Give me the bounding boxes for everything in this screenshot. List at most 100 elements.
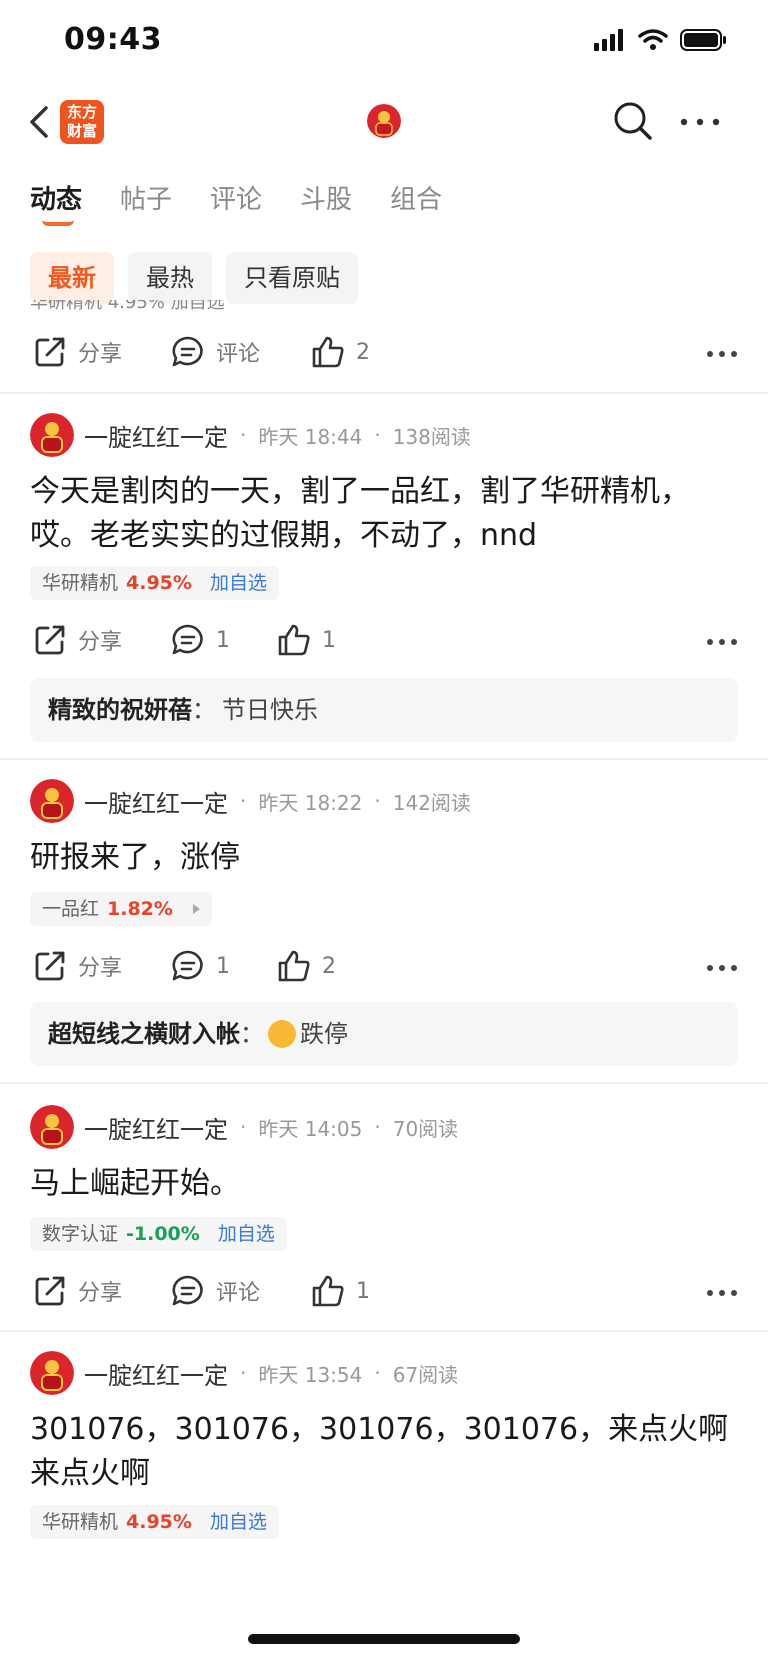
divider	[0, 1082, 768, 1084]
stock-change: 1.82%	[107, 898, 173, 920]
tab-posts[interactable]: 帖子	[120, 176, 172, 224]
like-button[interactable]: 1	[276, 622, 336, 658]
stock-name: 数字认证	[42, 1223, 119, 1245]
filter-hottest[interactable]: 最热	[128, 252, 212, 304]
post-dot: ·	[240, 423, 247, 447]
logo-text-top: 东方	[66, 103, 97, 121]
like-count: 1	[322, 627, 336, 653]
comment-button[interactable]: 1	[170, 948, 230, 984]
avatar[interactable]	[30, 1105, 74, 1149]
stock-name: 华研精机	[42, 572, 119, 594]
signal-icon	[594, 29, 623, 51]
post-text[interactable]: 301076，301076，301076，301076，来点火啊来点火啊	[30, 1408, 740, 1496]
post-header: 一腚红红一定 · 昨天 18:44 · 138阅读	[30, 412, 471, 458]
partial-stock-tag[interactable]: 华研精机 4.95% 加自选	[30, 300, 225, 314]
more-icon[interactable]	[678, 110, 722, 134]
comment-icon	[172, 624, 203, 655]
tab-label: 斗股	[300, 185, 353, 215]
post-text[interactable]: 马上崛起开始。	[30, 1162, 740, 1206]
logo-text-bottom: 财富	[66, 122, 97, 140]
more-icon[interactable]	[706, 638, 738, 646]
tab-label: 动态	[30, 185, 83, 215]
share-button[interactable]: 分享	[32, 1273, 122, 1309]
like-button[interactable]: 1	[310, 1273, 370, 1309]
share-button[interactable]: 分享	[32, 334, 122, 370]
tab-comments[interactable]: 评论	[210, 176, 262, 224]
status-time: 09:43	[64, 22, 162, 57]
reply-author[interactable]: 精致的祝妍蓓	[48, 678, 192, 742]
share-icon	[35, 1276, 65, 1306]
share-icon	[35, 337, 65, 367]
share-button[interactable]: 分享	[32, 622, 122, 658]
post-author[interactable]: 一腚红红一定	[84, 784, 228, 819]
arrow-right-icon	[192, 904, 200, 914]
divider	[0, 392, 768, 394]
post-time: 昨天 18:22	[258, 790, 363, 815]
comment-icon	[172, 1275, 203, 1306]
reply-preview[interactable]: 超短线之横财入帐： 跌停	[30, 1002, 738, 1066]
post-reads: 67阅读	[392, 1362, 459, 1387]
post-dot: ·	[240, 789, 247, 813]
post-author[interactable]: 一腚红红一定	[84, 1110, 228, 1145]
post-text[interactable]: 研报来了，涨停	[30, 836, 740, 880]
share-button[interactable]: 分享	[32, 948, 122, 984]
tab-dynamic[interactable]: 动态	[30, 176, 83, 226]
comment-button[interactable]: 1	[170, 622, 230, 658]
comment-count: 1	[216, 627, 230, 653]
tab-label: 帖子	[120, 185, 173, 215]
avatar[interactable]	[30, 413, 74, 457]
filter-latest[interactable]: 最新	[30, 252, 114, 304]
like-count: 2	[322, 953, 336, 979]
share-label: 分享	[78, 630, 123, 655]
status-bar: 09:43	[0, 0, 768, 80]
battery-icon	[680, 29, 726, 51]
post-dot: ·	[240, 1115, 247, 1139]
wifi-icon	[638, 29, 668, 50]
post-author[interactable]: 一腚红红一定	[84, 418, 228, 453]
like-count: 1	[356, 1278, 370, 1304]
app-logo[interactable]: 东方 财富	[60, 100, 104, 144]
divider	[0, 758, 768, 760]
home-indicator[interactable]	[248, 1634, 520, 1644]
comment-button[interactable]: 评论	[170, 334, 260, 370]
more-icon[interactable]	[706, 350, 738, 358]
more-icon[interactable]	[706, 964, 738, 972]
add-watchlist-button[interactable]: 加自选	[210, 1505, 267, 1539]
post-text[interactable]: 今天是割肉的一天，割了一品红，割了华研精机，哎。老老实实的过假期，不动了，nnd	[30, 470, 740, 558]
stock-name: 一品红	[42, 898, 100, 920]
reply-author[interactable]: 超短线之横财入帐	[48, 1002, 240, 1066]
post-dot: ·	[374, 1115, 381, 1139]
avatar[interactable]	[30, 779, 74, 823]
post-time: 昨天 14:05	[258, 1116, 363, 1141]
tab-stock-battle[interactable]: 斗股	[300, 176, 352, 224]
feed: 华研精机 4.95% 加自选 分享 评论 2 一腚红红一定 · 昨天 18:44…	[0, 300, 768, 1663]
stock-change: -1.00%	[126, 1223, 200, 1245]
thumbs-up-icon	[278, 624, 310, 656]
add-watchlist-button[interactable]: 加自选	[210, 566, 267, 600]
share-icon	[35, 951, 65, 981]
post-dot: ·	[374, 1361, 381, 1385]
reply-text: 节日快乐	[222, 696, 318, 724]
more-icon[interactable]	[706, 1289, 738, 1297]
post-header: 一腚红红一定 · 昨天 18:22 · 142阅读	[30, 778, 471, 824]
like-button[interactable]: 2	[276, 948, 336, 984]
search-icon[interactable]	[612, 100, 654, 142]
avatar[interactable]	[30, 1351, 74, 1395]
comment-button[interactable]: 评论	[170, 1273, 260, 1309]
user-avatar[interactable]	[367, 104, 401, 138]
post-author[interactable]: 一腚红红一定	[84, 1356, 228, 1391]
back-icon[interactable]	[24, 102, 54, 142]
action-row: 分享 评论 1	[0, 1267, 768, 1317]
stock-tag[interactable]: 华研精机 4.95% 加自选	[30, 1505, 279, 1539]
reply-preview[interactable]: 精致的祝妍蓓： 节日快乐	[30, 678, 738, 742]
tab-label: 评论	[210, 185, 263, 215]
tab-portfolio[interactable]: 组合	[390, 176, 442, 224]
stock-tag[interactable]: 一品红 1.82%	[30, 892, 212, 926]
filter-original-only[interactable]: 只看原贴	[226, 252, 358, 304]
share-label: 分享	[78, 956, 123, 981]
status-icons	[594, 28, 728, 52]
like-button[interactable]: 2	[310, 334, 370, 370]
stock-tag[interactable]: 数字认证 -1.00% 加自选	[30, 1217, 287, 1251]
stock-tag[interactable]: 华研精机 4.95% 加自选	[30, 566, 279, 600]
add-watchlist-button[interactable]: 加自选	[218, 1217, 275, 1251]
